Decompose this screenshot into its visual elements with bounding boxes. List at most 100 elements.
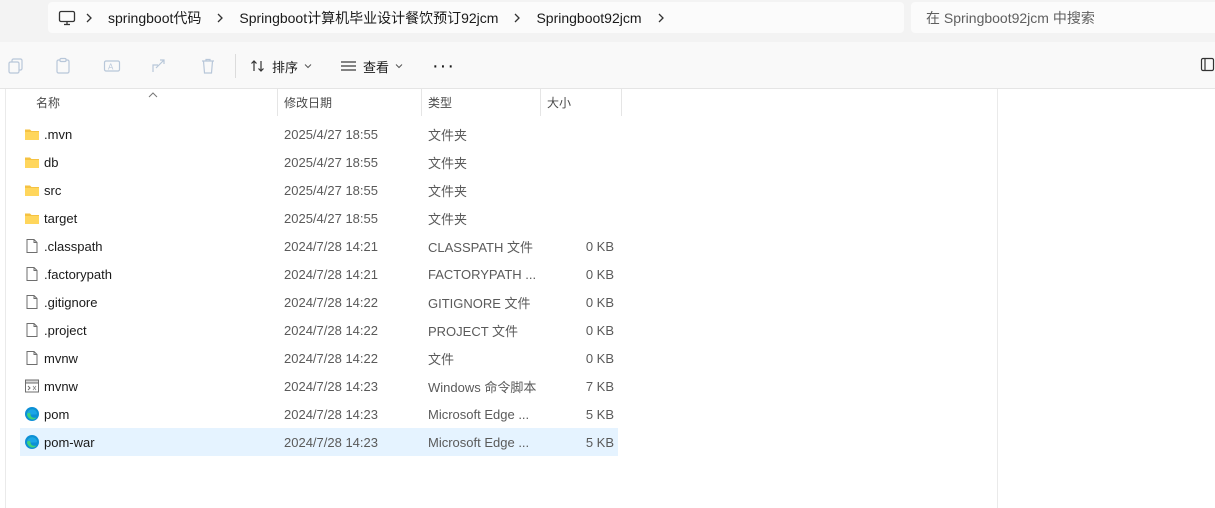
- sort-ascending-icon: [148, 86, 158, 101]
- file-icon: [24, 322, 40, 338]
- column-divider[interactable]: [421, 89, 422, 116]
- file-type: Windows 命令脚本: [428, 379, 537, 395]
- file-row[interactable]: .project 2024/7/28 14:22 PROJECT 文件 0 KB: [20, 316, 618, 344]
- file-row-selected[interactable]: pom-war 2024/7/28 14:23 Microsoft Edge ...…: [20, 428, 618, 456]
- column-divider[interactable]: [540, 89, 541, 116]
- file-type: FACTORYPATH ...: [428, 266, 537, 282]
- share-icon[interactable]: [149, 56, 169, 76]
- column-header-size[interactable]: 大小: [547, 89, 571, 116]
- file-date: 2025/4/27 18:55: [284, 154, 378, 170]
- file-name: pom-war: [44, 434, 95, 450]
- chevron-down-icon: [304, 63, 312, 69]
- file-name: .project: [44, 322, 87, 338]
- file-type: GITIGNORE 文件: [428, 295, 531, 311]
- file-row[interactable]: .mvn 2025/4/27 18:55 文件夹: [20, 120, 618, 148]
- file-size: 0 KB: [585, 350, 614, 366]
- file-icon: [24, 266, 40, 282]
- more-icon: ···: [432, 54, 455, 77]
- chevron-right-icon[interactable]: [504, 13, 530, 23]
- pane-border: [5, 89, 6, 508]
- file-row[interactable]: target 2025/4/27 18:55 文件夹: [20, 204, 618, 232]
- file-date: 2024/7/28 14:23: [284, 434, 378, 450]
- breadcrumb-item[interactable]: springboot代码: [102, 8, 207, 28]
- file-date: 2025/4/27 18:55: [284, 126, 378, 142]
- file-name: db: [44, 154, 59, 170]
- chevron-right-icon[interactable]: [76, 13, 102, 23]
- delete-icon[interactable]: [198, 56, 218, 76]
- file-type: 文件: [428, 351, 455, 367]
- file-size: 0 KB: [585, 294, 614, 310]
- sort-icon: [250, 58, 266, 74]
- file-icon: [24, 294, 40, 310]
- file-date: 2024/7/28 14:22: [284, 322, 378, 338]
- file-type: 文件夹: [428, 127, 468, 143]
- breadcrumb[interactable]: springboot代码 Springboot计算机毕业设计餐饮预订92jcm …: [48, 2, 904, 33]
- edge-icon: [24, 406, 40, 422]
- file-name: target: [44, 210, 78, 226]
- view-label: 查看: [363, 59, 390, 75]
- rename-icon[interactable]: A: [102, 56, 122, 76]
- breadcrumb-item[interactable]: Springboot92jcm: [530, 10, 647, 26]
- paste-icon[interactable]: [53, 56, 73, 76]
- file-row[interactable]: mvnw 2024/7/28 14:23 Windows 命令脚本 7 KB: [20, 372, 618, 400]
- file-date: 2024/7/28 14:21: [284, 266, 378, 282]
- details-pane-icon[interactable]: [1200, 57, 1215, 76]
- file-name: .gitignore: [44, 294, 98, 310]
- toolbar-divider: [235, 54, 236, 78]
- file-type: Microsoft Edge ...: [428, 434, 530, 450]
- sort-button[interactable]: 排序: [250, 53, 312, 79]
- file-icon: [24, 238, 40, 254]
- file-name: mvnw: [44, 350, 78, 366]
- file-row[interactable]: src 2025/4/27 18:55 文件夹: [20, 176, 618, 204]
- file-row[interactable]: .classpath 2024/7/28 14:21 CLASSPATH 文件 0 K…: [20, 232, 618, 260]
- file-row[interactable]: .factorypath 2024/7/28 14:21 FACTORYPATH .…: [20, 260, 618, 288]
- file-type: PROJECT 文件: [428, 323, 519, 339]
- edge-icon: [24, 434, 40, 450]
- search-input[interactable]: 在 Springboot92jcm 中搜索: [911, 2, 1215, 33]
- file-size: 5 KB: [585, 434, 614, 450]
- folder-icon: [24, 154, 40, 170]
- computer-icon[interactable]: [58, 10, 76, 26]
- file-row[interactable]: pom 2024/7/28 14:23 Microsoft Edge ... 5 KB: [20, 400, 618, 428]
- column-header-date[interactable]: 修改日期: [284, 89, 332, 116]
- chevron-down-icon: [395, 63, 403, 69]
- file-type: CLASSPATH 文件: [428, 239, 533, 255]
- folder-icon: [24, 126, 40, 142]
- chevron-right-icon[interactable]: [648, 13, 674, 23]
- copy-icon[interactable]: [6, 56, 26, 76]
- file-date: 2024/7/28 14:22: [284, 350, 378, 366]
- sort-label: 排序: [272, 59, 299, 75]
- file-row[interactable]: mvnw 2024/7/28 14:22 文件 0 KB: [20, 344, 618, 372]
- file-size: 0 KB: [585, 238, 614, 254]
- column-divider[interactable]: [621, 89, 622, 116]
- file-type: 文件夹: [428, 155, 468, 171]
- column-header-name[interactable]: 名称: [36, 89, 60, 116]
- view-button[interactable]: 查看: [340, 53, 403, 79]
- file-name: .mvn: [44, 126, 73, 142]
- chevron-right-icon[interactable]: [207, 13, 233, 23]
- command-bar: A 排序 查看 ···: [0, 42, 1215, 89]
- search-placeholder: 在 Springboot92jcm 中搜索: [926, 9, 1095, 26]
- file-date: 2025/4/27 18:55: [284, 182, 378, 198]
- file-name: src: [44, 182, 62, 198]
- file-name: pom: [44, 406, 70, 422]
- file-type: Microsoft Edge ...: [428, 406, 530, 422]
- script-icon: [24, 378, 40, 394]
- svg-text:A: A: [108, 63, 114, 72]
- file-size: 5 KB: [585, 406, 614, 422]
- file-row[interactable]: .gitignore 2024/7/28 14:22 GITIGNORE 文件 0 K…: [20, 288, 618, 316]
- folder-icon: [24, 182, 40, 198]
- file-date: 2024/7/28 14:21: [284, 238, 378, 254]
- more-options-button[interactable]: ···: [432, 53, 455, 79]
- breadcrumb-item[interactable]: Springboot计算机毕业设计餐饮预订92jcm: [233, 8, 504, 28]
- file-date: 2024/7/28 14:23: [284, 378, 378, 394]
- file-icon: [24, 350, 40, 366]
- file-name: .classpath: [44, 238, 103, 254]
- column-header-type[interactable]: 类型: [428, 89, 452, 116]
- file-date: 2024/7/28 14:23: [284, 406, 378, 422]
- file-row[interactable]: db 2025/4/27 18:55 文件夹: [20, 148, 618, 176]
- file-date: 2025/4/27 18:55: [284, 210, 378, 226]
- column-divider[interactable]: [277, 89, 278, 116]
- folder-icon: [24, 210, 40, 226]
- address-bar-region: springboot代码 Springboot计算机毕业设计餐饮预订92jcm …: [0, 0, 1215, 42]
